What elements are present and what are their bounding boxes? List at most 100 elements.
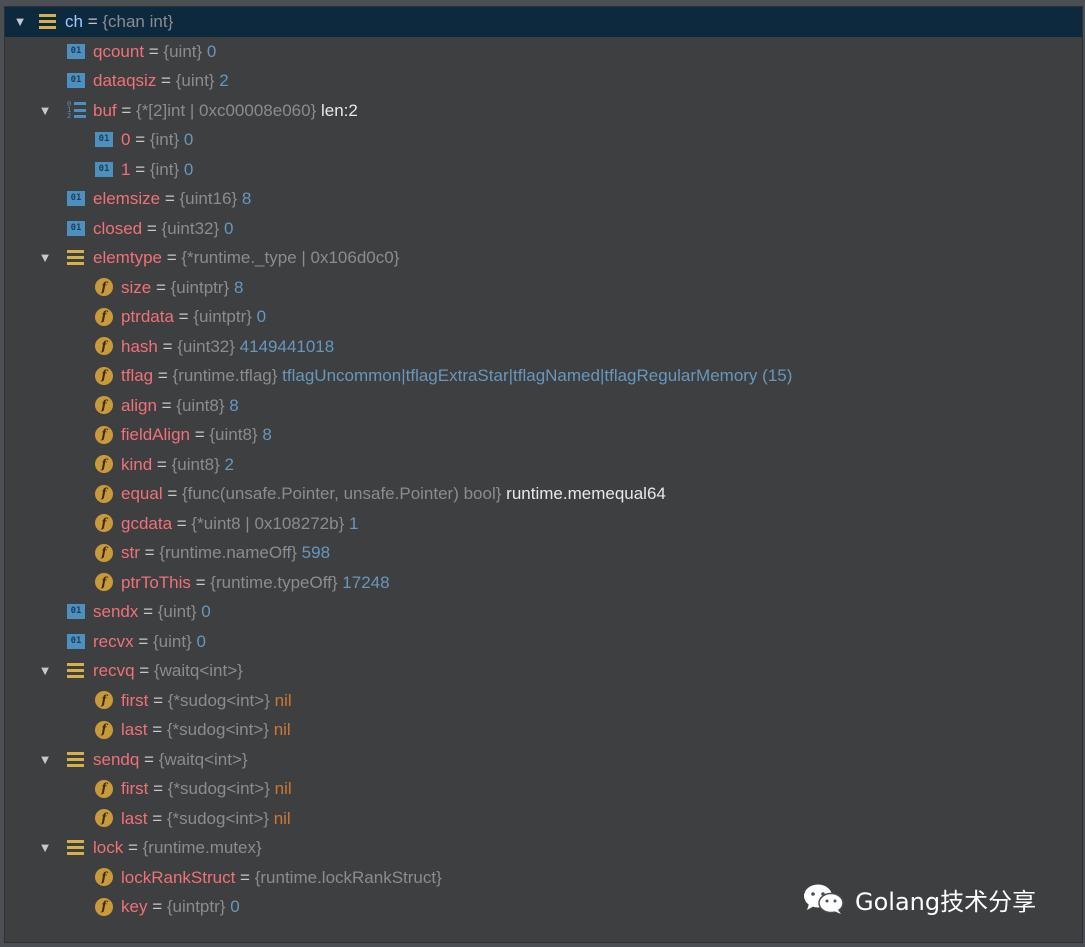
primitive-value-icon: 01 [67,66,85,96]
equals-sign: = [82,12,103,31]
field-icon: f [95,509,113,539]
variable-value: tflagUncommon|tflagExtraStar|tflagNamed|… [282,366,793,385]
tree-row-hash[interactable]: f hash = {uint32} 4149441018 [5,332,1082,362]
variable-value: 1 [349,513,359,533]
equals-sign: = [147,897,167,916]
tree-row-recvq-last[interactable]: f last = {*sudog<int>} nil [5,715,1082,745]
variable-name: lock [93,838,124,857]
expand-toggle-icon[interactable]: ▼ [38,243,52,273]
variable-name: hash [121,336,158,356]
variable-type: {uint} [175,71,215,90]
variable-type: {uint} [163,41,203,61]
variable-type: {*sudog<int>} [166,720,269,739]
tree-row-sendq[interactable]: ▼ sendq = {waitq<int>} [5,745,1082,775]
watermark: Golang技术分享 [803,882,1036,916]
expand-toggle-icon[interactable]: ▼ [38,656,52,686]
variable-value: nil [274,779,292,798]
equals-sign: = [151,277,171,297]
equals-sign: = [139,749,159,769]
field-icon: f [95,450,113,480]
variable-type: {uint32} [177,336,235,356]
tree-row-closed[interactable]: 01 closed = {uint32} 0 [5,214,1082,244]
tree-row-text: last = {*sudog<int>} nil [121,804,291,834]
variable-type: {uint} [157,602,197,621]
variable-name: first [121,779,149,798]
tree-row-kind[interactable]: f kind = {uint8} 2 [5,450,1082,480]
variable-value: nil [274,690,292,710]
tree-row-elemsize[interactable]: 01 elemsize = {uint16} 8 [5,184,1082,214]
tree-row-sendq-first[interactable]: f first = {*sudog<int>} nil [5,774,1082,804]
tree-row-sendx[interactable]: 01 sendx = {uint} 0 [5,597,1082,627]
variable-value: 2 [224,454,234,474]
tree-row-buf[interactable]: ▼ 0 1 2 buf = {*[2]int | 0xc00008e060} len:2 [5,96,1082,126]
variable-type: {runtime.typeOff} [210,572,338,592]
variable-type: {uintptr} [166,897,226,916]
tree-row-text: sendq = {waitq<int>} [93,745,248,775]
tree-row-elemtype[interactable]: ▼ elemtype = {*runtime._type | 0x106d0c0} [5,243,1082,273]
expand-toggle-icon[interactable]: ▼ [38,96,52,126]
tree-row-gcdata[interactable]: f gcdata = {*uint8 | 0x108272b} 1 [5,509,1082,539]
tree-row-text: first = {*sudog<int>} nil [121,686,292,716]
variable-name: last [121,808,148,828]
tree-row-size[interactable]: f size = {uintptr} 8 [5,273,1082,303]
variable-value: 2 [219,71,229,90]
tree-row-recvx[interactable]: 01 recvx = {uint} 0 [5,627,1082,657]
field-icon: f [95,361,113,391]
tree-row-qcount[interactable]: 01 qcount = {uint} 0 [5,37,1082,67]
tree-row-text: align = {uint8} 8 [121,391,239,421]
array-icon: 012 [67,96,87,126]
tree-row-tflag[interactable]: f tflag = {runtime.tflag} tflagUncommon|t… [5,361,1082,391]
equals-sign: = [134,661,154,680]
tree-row-text: elemtype = {*runtime._type | 0x106d0c0} [93,243,399,273]
tree-row-str[interactable]: f str = {runtime.nameOff} 598 [5,538,1082,568]
equals-sign: = [133,631,153,651]
tree-row-align[interactable]: f align = {uint8} 8 [5,391,1082,421]
tree-row-fieldAlign[interactable]: f fieldAlign = {uint8} 8 [5,420,1082,450]
tree-row-dataqsiz[interactable]: 01 dataqsiz = {uint} 2 [5,66,1082,96]
tree-row-text: sendx = {uint} 0 [93,597,211,627]
variable-value: 0 [196,631,206,651]
primitive-value-icon: 01 [67,184,85,214]
variable-type: {*sudog<int>} [167,779,270,798]
tree-row-lock[interactable]: ▼ lock = {runtime.mutex} [5,833,1082,863]
variable-name: equal [121,484,163,503]
tree-row-text: tflag = {runtime.tflag} tflagUncommon|tf… [121,361,792,391]
variable-value: 8 [233,277,244,297]
field-icon: f [95,420,113,450]
expand-toggle-icon[interactable]: ▼ [38,833,52,863]
equals-sign: = [190,572,211,592]
tree-row-text: 0 = {int} 0 [121,125,193,155]
tree-row-text: dataqsiz = {uint} 2 [93,66,229,96]
tree-row-recvq[interactable]: ▼ recvq = {waitq<int>} [5,656,1082,686]
primitive-value-icon: 01 [67,37,85,67]
tree-row-text: lock = {runtime.mutex} [93,833,262,863]
tree-row-recvq-first[interactable]: f first = {*sudog<int>} nil [5,686,1082,716]
variable-name: lockRankStruct [121,867,236,887]
tree-row-sendq-last[interactable]: f last = {*sudog<int>} nil [5,804,1082,834]
expand-toggle-icon[interactable]: ▼ [38,745,52,775]
field-icon: f [95,391,113,421]
tree-row-equal[interactable]: f equal = {func(unsafe.Pointer, unsafe.Po… [5,479,1082,509]
variable-name: sendq [93,749,140,769]
field-icon: f [95,804,113,834]
variable-name: kind [121,454,153,474]
tree-row-buf-0[interactable]: 01 0 = {int} 0 [5,125,1082,155]
tree-row-text: elemsize = {uint16} 8 [93,184,251,214]
equals-sign: = [157,336,178,356]
equals-sign: = [130,130,150,149]
tree-row-buf-1[interactable]: 01 1 = {int} 0 [5,155,1082,185]
tree-row-ptrdata[interactable]: f ptrdata = {uintptr} 0 [5,302,1082,332]
expand-toggle-icon[interactable]: ▼ [13,7,27,37]
tree-row-text: equal = {func(unsafe.Pointer, unsafe.Poi… [121,479,666,509]
variable-name: recvq [93,661,135,680]
variable-value: 0 [230,897,240,916]
debugger-variables-tree: ▼ ch = {chan int} 01 qcount = {uint} 0 01 dat… [4,6,1083,943]
tree-row-ch[interactable]: ▼ ch = {chan int} [5,7,1082,37]
variables-list: ▼ ch = {chan int} 01 qcount = {uint} 0 01 dat… [5,7,1082,922]
tree-row-ptrToThis[interactable]: f ptrToThis = {runtime.typeOff} 17248 [5,568,1082,598]
equals-sign: = [160,189,180,208]
variable-value: 0 [201,602,211,621]
variable-type: {int} [149,159,180,179]
variable-value: nil [273,808,291,828]
equals-sign: = [235,867,255,887]
